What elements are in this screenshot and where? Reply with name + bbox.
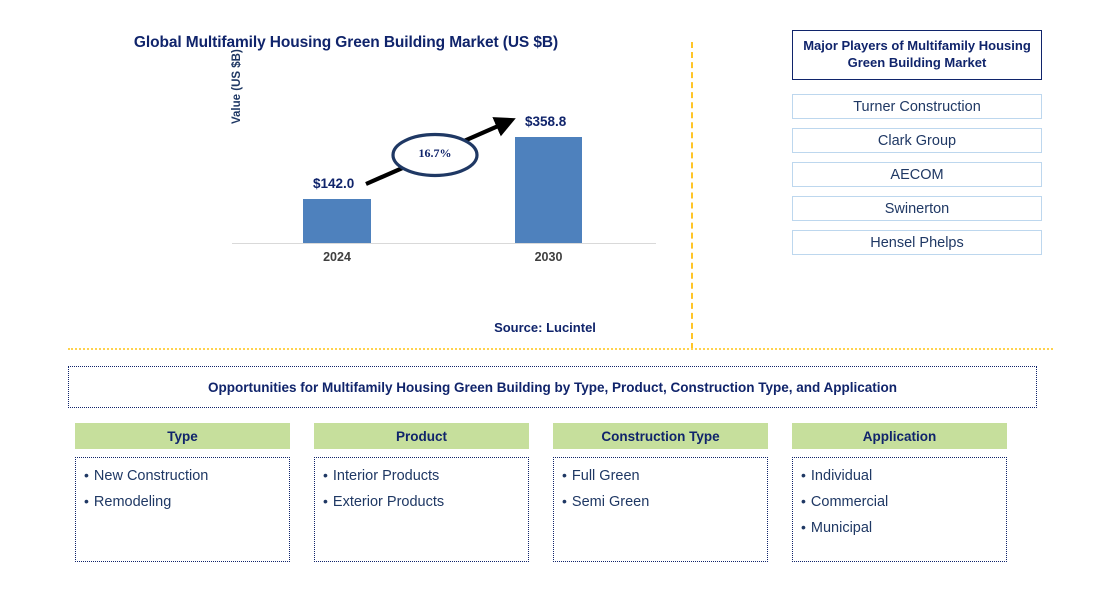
player-item[interactable]: Swinerton <box>792 196 1042 221</box>
opportunity-column: Product • Interior Products • Exterior Produ… <box>314 423 529 562</box>
opportunity-column-body: • Interior Products • Exterior Products <box>314 457 529 562</box>
opportunity-columns: Type • New Construction • Remodeling Product •… <box>75 423 1030 562</box>
bar-2024 <box>303 199 371 243</box>
list-item-label: Individual <box>810 468 873 484</box>
list-item-label: Remodeling <box>93 493 172 510</box>
major-players-list: Turner Construction Clark Group AECOM Swine… <box>792 94 1042 255</box>
category-label-2030: 2030 <box>534 250 563 264</box>
bar-value-2024: $142.0 <box>313 176 355 191</box>
list-item: • New Construction <box>84 468 281 485</box>
list-item: • Exterior Products <box>323 494 520 511</box>
bullet-icon: • <box>323 467 328 483</box>
opportunity-column-body: • New Construction • Remodeling <box>75 457 290 562</box>
bullet-icon: • <box>323 492 328 509</box>
opportunity-column-header: Type <box>75 423 290 449</box>
list-item-label: New Construction <box>93 468 209 484</box>
chart-axis-line <box>232 243 656 244</box>
bar-value-2030: $358.8 <box>525 114 567 129</box>
list-item-label: Interior Products <box>332 468 440 484</box>
bullet-icon: • <box>84 467 89 483</box>
list-item: • Individual <box>801 468 998 485</box>
opportunity-column-header: Application <box>792 423 1007 449</box>
opportunity-column: Type • New Construction • Remodeling <box>75 423 290 562</box>
list-item-label: Exterior Products <box>332 493 445 510</box>
list-item-label: Commercial <box>810 493 889 510</box>
chart-title: Global Multifamily Housing Green Buildin… <box>133 34 559 51</box>
opportunity-column: Application • Individual • Commercial • Munici… <box>792 423 1007 562</box>
chart-panel: Global Multifamily Housing Green Buildin… <box>0 0 692 350</box>
opportunity-column-header: Product <box>314 423 529 449</box>
category-label-2024: 2024 <box>323 250 351 264</box>
horizontal-divider <box>68 348 1053 350</box>
bullet-icon: • <box>84 492 89 509</box>
opportunity-column: Construction Type • Full Green • Semi Green <box>553 423 768 562</box>
opportunity-column-header: Construction Type <box>553 423 768 449</box>
vertical-divider <box>691 42 693 349</box>
bullet-icon: • <box>562 492 567 509</box>
list-item: • Remodeling <box>84 494 281 511</box>
list-item: • Commercial <box>801 494 998 511</box>
opportunity-column-body: • Individual • Commercial • Municipal <box>792 457 1007 562</box>
list-item: • Full Green <box>562 468 759 485</box>
list-item: • Interior Products <box>323 468 520 485</box>
list-item: • Municipal <box>801 520 998 537</box>
player-item[interactable]: Hensel Phelps <box>792 230 1042 255</box>
list-item-label: Semi Green <box>571 493 650 510</box>
opportunity-column-body: • Full Green • Semi Green <box>553 457 768 562</box>
y-axis-label: Value (US $B) <box>231 49 243 124</box>
list-item-label: Full Green <box>571 468 640 484</box>
list-item: • Semi Green <box>562 494 759 511</box>
list-item-label: Municipal <box>810 519 873 536</box>
major-players-header: Major Players of Multifamily Housing Gre… <box>792 30 1042 80</box>
cagr-value: 16.7% <box>418 146 452 160</box>
bullet-icon: • <box>562 467 567 483</box>
source-note: Source: Lucintel <box>494 320 596 335</box>
major-players-panel: Major Players of Multifamily Housing Gre… <box>792 30 1042 255</box>
player-item[interactable]: AECOM <box>792 162 1042 187</box>
player-item[interactable]: Turner Construction <box>792 94 1042 119</box>
bullet-icon: • <box>801 467 806 483</box>
bullet-icon: • <box>801 518 806 535</box>
player-item[interactable]: Clark Group <box>792 128 1042 153</box>
opportunities-title: Opportunities for Multifamily Housing Gr… <box>68 366 1037 408</box>
bullet-icon: • <box>801 492 806 509</box>
